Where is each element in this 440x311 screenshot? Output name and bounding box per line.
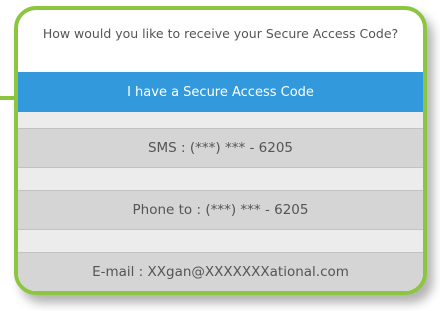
- have-code-button[interactable]: I have a Secure Access Code: [18, 72, 423, 112]
- email-option-button[interactable]: E-mail : XXgan@XXXXXXXational.com: [18, 252, 423, 291]
- sms-option-button[interactable]: SMS : (***) *** - 6205: [18, 128, 423, 168]
- spacer: [18, 112, 423, 128]
- access-code-card: How would you like to receive your Secur…: [14, 6, 427, 295]
- spacer: [18, 168, 423, 190]
- phone-option-button[interactable]: Phone to : (***) *** - 6205: [18, 190, 423, 230]
- spacer: [18, 230, 423, 252]
- page: How would you like to receive your Secur…: [0, 0, 440, 311]
- prompt-text: How would you like to receive your Secur…: [42, 26, 399, 41]
